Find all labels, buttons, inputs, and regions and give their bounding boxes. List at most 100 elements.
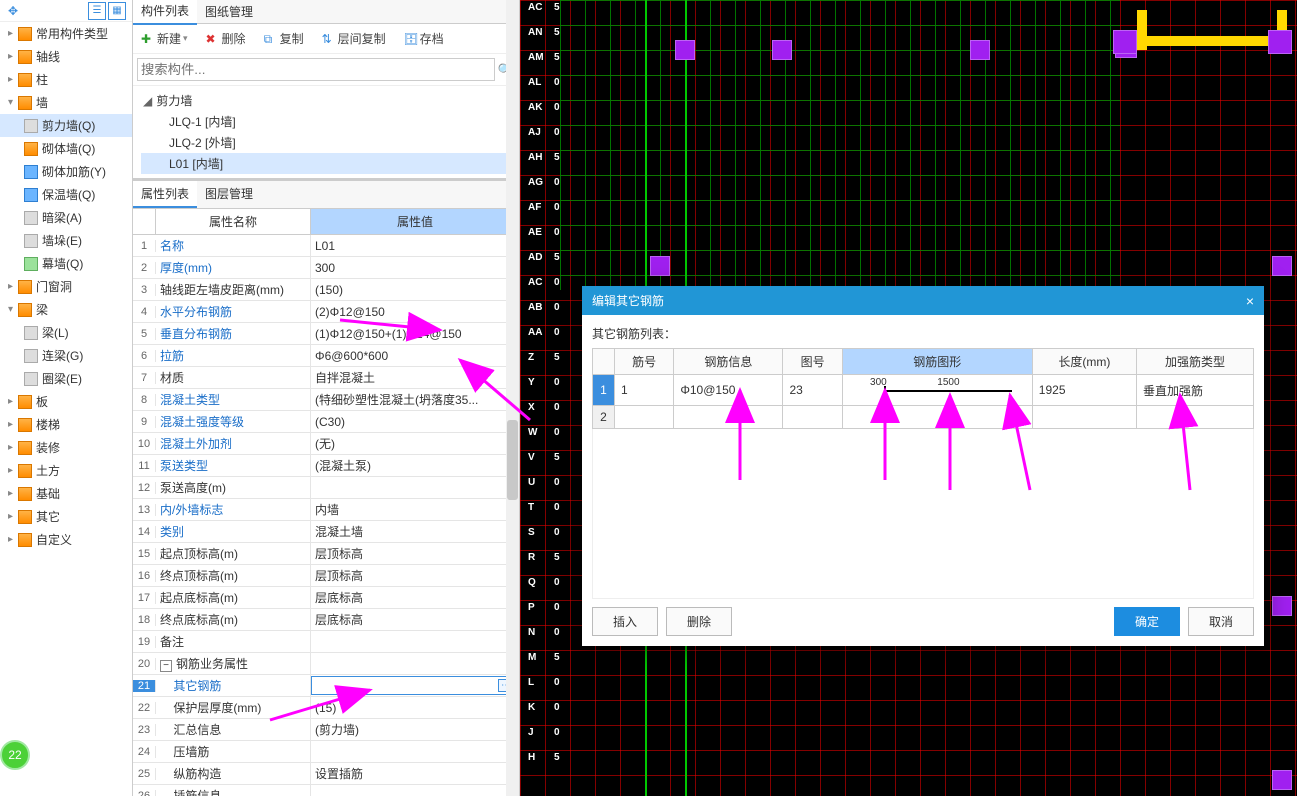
property-row[interactable]: 19备注	[133, 631, 519, 653]
axis-num: 0	[554, 377, 560, 388]
tree-item[interactable]: ▸门窗洞	[0, 275, 132, 298]
tab-component-list[interactable]: 构件列表	[133, 0, 197, 25]
property-row[interactable]: 24 压墙筋	[133, 741, 519, 763]
col-rebar-info[interactable]: 钢筋信息	[674, 349, 783, 375]
tree-item[interactable]: 暗梁(A)	[0, 206, 132, 229]
new-button[interactable]: ✚新建▾	[137, 28, 192, 49]
search-input[interactable]	[137, 58, 495, 81]
component-node[interactable]: ◢ 剪力墙	[141, 90, 511, 111]
property-row[interactable]: 16终点顶标高(m)层顶标高	[133, 565, 519, 587]
scrollbar[interactable]	[506, 0, 519, 796]
col-rebar-fig[interactable]: 图号	[783, 349, 842, 375]
property-row[interactable]: 1名称L01	[133, 235, 519, 257]
tree-item[interactable]: ▾梁	[0, 298, 132, 321]
row-num: 2	[593, 406, 615, 429]
property-row[interactable]: 7材质自拌混凝土	[133, 367, 519, 389]
tree-item[interactable]: 剪力墙(Q)	[0, 114, 132, 137]
rebar-table: 筋号 钢筋信息 图号 钢筋图形 长度(mm) 加强筋类型 1 1 Φ10@150…	[592, 348, 1254, 429]
cell-info[interactable]: Φ10@150	[674, 375, 783, 406]
view-icon-1[interactable]: ☰	[88, 2, 106, 20]
property-row[interactable]: 15起点顶标高(m)层顶标高	[133, 543, 519, 565]
floor-copy-button[interactable]: ⇅层间复制	[318, 28, 390, 49]
move-icon[interactable]: ✥	[4, 2, 22, 20]
table-row[interactable]: 2	[593, 406, 1254, 429]
property-row[interactable]: 9混凝土强度等级(C30)	[133, 411, 519, 433]
property-row[interactable]: 5垂直分布钢筋(1)Φ12@150+(1)Φ14@150	[133, 323, 519, 345]
property-row[interactable]: 17起点底标高(m)层底标高	[133, 587, 519, 609]
property-row[interactable]: 6拉筋Φ6@600*600	[133, 345, 519, 367]
property-row[interactable]: 21 其它钢筋⋯	[133, 675, 519, 697]
axis-num: 0	[554, 677, 560, 688]
cell-len[interactable]: 1925	[1032, 375, 1136, 406]
category-icon	[24, 211, 38, 225]
axis-num: 0	[554, 77, 560, 88]
tree-item[interactable]: ▸基础	[0, 482, 132, 505]
tree-item[interactable]: ▸柱	[0, 68, 132, 91]
delete-button[interactable]: ✖删除	[202, 28, 250, 49]
property-row[interactable]: 23 汇总信息(剪力墙)	[133, 719, 519, 741]
insert-button[interactable]: 插入	[592, 607, 658, 636]
view-icon-2[interactable]: ▦	[108, 2, 126, 20]
axis-num: 0	[554, 702, 560, 713]
table-row[interactable]: 1 1 Φ10@150 23 300 1500 1925 垂直加强筋	[593, 375, 1254, 406]
property-row[interactable]: 11泵送类型(混凝土泵)	[133, 455, 519, 477]
property-row[interactable]: 14类别混凝土墙	[133, 521, 519, 543]
component-node[interactable]: L01 [内墙]	[141, 153, 511, 174]
component-node[interactable]: JLQ-1 [内墙]	[141, 111, 511, 132]
property-row[interactable]: 4水平分布钢筋(2)Φ12@150	[133, 301, 519, 323]
dialog-titlebar[interactable]: 编辑其它钢筋 ×	[582, 286, 1264, 315]
tree-item[interactable]: ▸土方	[0, 459, 132, 482]
tree-item[interactable]: 砌体加筋(Y)	[0, 160, 132, 183]
archive-button[interactable]: 🗄存档	[400, 28, 448, 49]
tab-layer-mgmt[interactable]: 图层管理	[197, 181, 261, 208]
category-icon	[24, 165, 38, 179]
tree-item[interactable]: ▸楼梯	[0, 413, 132, 436]
property-row[interactable]: 20−钢筋业务属性	[133, 653, 519, 675]
tree-item[interactable]: 连梁(G)	[0, 344, 132, 367]
property-row[interactable]: 13内/外墙标志内墙	[133, 499, 519, 521]
axis-num: 5	[554, 52, 560, 63]
property-row[interactable]: 10混凝土外加剂(无)	[133, 433, 519, 455]
tree-item[interactable]: 圈梁(E)	[0, 367, 132, 390]
cell-type[interactable]: 垂直加强筋	[1136, 375, 1253, 406]
property-row[interactable]: 8混凝土类型(特细砂塑性混凝土(坍落度35...	[133, 389, 519, 411]
tree-item[interactable]: ▸板	[0, 390, 132, 413]
col-rebar-shape[interactable]: 钢筋图形	[842, 349, 1032, 375]
property-row[interactable]: 18终点底标高(m)层底标高	[133, 609, 519, 631]
tree-item[interactable]: ▸常用构件类型	[0, 22, 132, 45]
tab-drawing-mgmt[interactable]: 图纸管理	[197, 0, 261, 24]
tree-item[interactable]: ▸其它	[0, 505, 132, 528]
dialog-close-icon[interactable]: ×	[1246, 293, 1254, 309]
cell-num[interactable]: 1	[615, 375, 674, 406]
tree-item[interactable]: 保温墙(Q)	[0, 183, 132, 206]
axis-label: H	[528, 752, 535, 763]
ok-button[interactable]: 确定	[1114, 607, 1180, 636]
copy-button[interactable]: ⧉复制	[260, 28, 308, 49]
tree-item[interactable]: ▾墙	[0, 91, 132, 114]
property-row[interactable]: 2厚度(mm)300	[133, 257, 519, 279]
tree-item[interactable]: ▸自定义	[0, 528, 132, 551]
tree-item[interactable]: 梁(L)	[0, 321, 132, 344]
cancel-button[interactable]: 取消	[1188, 607, 1254, 636]
col-rebar-len[interactable]: 长度(mm)	[1032, 349, 1136, 375]
property-row[interactable]: 3轴线距左墙皮距离(mm)(150)	[133, 279, 519, 301]
col-rebar-num[interactable]: 筋号	[615, 349, 674, 375]
tree-item[interactable]: 幕墙(Q)	[0, 252, 132, 275]
tree-item[interactable]: 墙垛(E)	[0, 229, 132, 252]
tree-item[interactable]: ▸轴线	[0, 45, 132, 68]
component-node[interactable]: JLQ-2 [外墙]	[141, 132, 511, 153]
axis-num: 5	[554, 27, 560, 38]
tree-item[interactable]: 砌体墙(Q)	[0, 137, 132, 160]
category-icon	[18, 395, 32, 409]
tree-item[interactable]: ▸装修	[0, 436, 132, 459]
delete-button[interactable]: 删除	[666, 607, 732, 636]
property-row[interactable]: 25 纵筋构造设置插筋	[133, 763, 519, 785]
tab-property-list[interactable]: 属性列表	[133, 181, 197, 208]
property-row[interactable]: 12泵送高度(m)	[133, 477, 519, 499]
property-row[interactable]: 22 保护层厚度(mm)(15)	[133, 697, 519, 719]
cell-fig[interactable]: 23	[783, 375, 842, 406]
axis-num: 5	[554, 152, 560, 163]
cell-shape[interactable]: 300 1500	[842, 375, 1032, 406]
property-row[interactable]: 26 插筋信息	[133, 785, 519, 796]
col-rebar-type[interactable]: 加强筋类型	[1136, 349, 1253, 375]
